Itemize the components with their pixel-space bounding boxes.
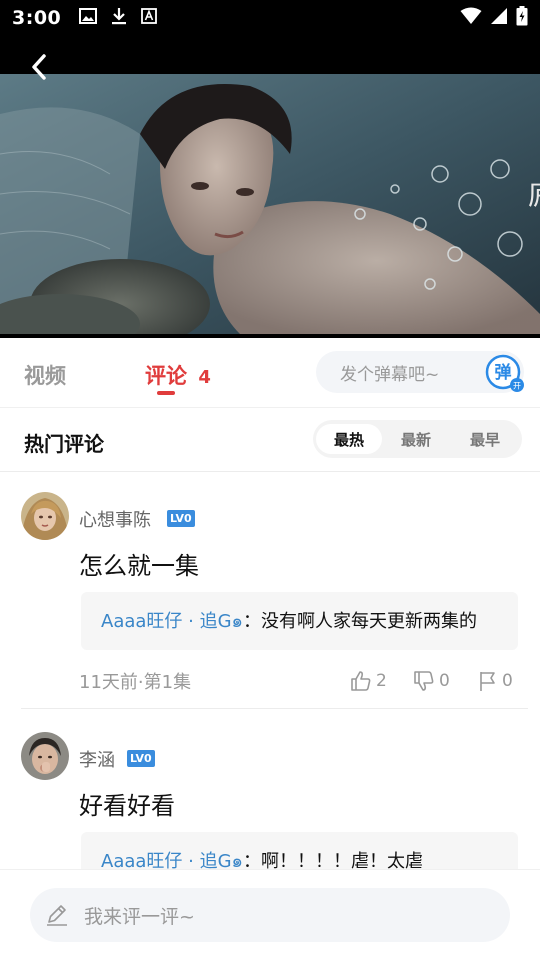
tab-comments-count: 4: [198, 367, 211, 388]
active-tab-indicator: [157, 391, 175, 395]
reply-text: 没有啊人家每天更新两集的: [260, 611, 477, 632]
comment-text: 怎么就一集: [79, 552, 199, 580]
flag-icon: [480, 672, 495, 691]
danmaku-toggle-button[interactable]: 弹 开: [484, 353, 524, 393]
video-edge-caption: 庐: [528, 179, 540, 211]
video-frame-image: 庐: [0, 74, 540, 334]
level-badge: LV0: [167, 510, 195, 527]
tab-video-label: 视频: [24, 364, 66, 388]
hot-comments-title: 热门评论: [24, 432, 104, 456]
comment-meta: 11天前·第1集: [79, 672, 192, 693]
image-icon: [79, 8, 98, 28]
danmaku-toggle-sub: 开: [513, 382, 521, 391]
reply-separator: ：: [242, 611, 261, 632]
danmaku-toggle-main: 弹: [495, 362, 512, 383]
tab-video[interactable]: 视频: [24, 360, 66, 390]
avatar-image: [21, 492, 69, 540]
reply-preview[interactable]: Aaaa旺仔 · 追G๑：没有啊人家每天更新两集的: [81, 592, 518, 650]
download-icon: [111, 7, 127, 29]
avatar[interactable]: [21, 492, 69, 540]
tab-comments[interactable]: 评论 4: [145, 360, 211, 390]
report-count: 0: [502, 671, 513, 691]
like-button[interactable]: 2: [350, 670, 387, 692]
signal-icon: [490, 7, 508, 29]
dislike-count: 0: [439, 671, 450, 691]
comment-text: 好看好看: [79, 792, 175, 820]
like-count: 2: [376, 671, 387, 691]
level-badge: LV0: [127, 750, 155, 767]
back-button[interactable]: [22, 50, 56, 84]
reply-author[interactable]: Aaaa旺仔 · 追G๑: [101, 611, 243, 632]
battery-icon: [516, 6, 528, 30]
danmaku-placeholder: 发个弹幕吧~: [340, 364, 440, 385]
comment-input[interactable]: 我来评一评~: [30, 888, 510, 942]
edit-pencil-icon: [47, 905, 67, 926]
dislike-button[interactable]: 0: [413, 670, 450, 692]
bottom-comment-bar: 我来评一评~: [0, 869, 540, 960]
hot-comments-header: 热门评论 最热 最新 最早: [0, 408, 540, 472]
avatar-image: [21, 732, 69, 780]
sort-oldest-button[interactable]: 最早: [452, 424, 518, 454]
comment-input-placeholder: 我来评一评~: [84, 905, 195, 928]
report-button[interactable]: 0: [478, 670, 513, 692]
comment-username[interactable]: 心想事陈: [79, 506, 151, 532]
tab-bar: 视频 评论 4 发个弹幕吧~ 弹 开: [0, 338, 540, 408]
comment-username[interactable]: 李涵: [79, 746, 115, 772]
tab-comments-label: 评论: [145, 364, 187, 388]
sort-hottest-button[interactable]: 最热: [316, 424, 382, 454]
avatar[interactable]: [21, 732, 69, 780]
thumbs-up-icon: [351, 671, 371, 691]
video-frame[interactable]: 庐: [0, 74, 540, 334]
sort-toggle-group: 最热 最新 最早: [313, 420, 522, 458]
wifi-icon: [460, 7, 482, 29]
comment-divider: [21, 708, 528, 709]
status-time: 3:00: [12, 7, 62, 29]
thumbs-down-icon: [414, 671, 434, 691]
status-bar: 3:00: [0, 0, 540, 36]
danmaku-toggle-icon: 弹 开: [485, 354, 524, 392]
video-player[interactable]: 庐: [0, 36, 540, 338]
a-badge-icon: [141, 8, 158, 28]
back-arrow-icon: [32, 54, 46, 80]
sort-newest-button[interactable]: 最新: [383, 424, 449, 454]
